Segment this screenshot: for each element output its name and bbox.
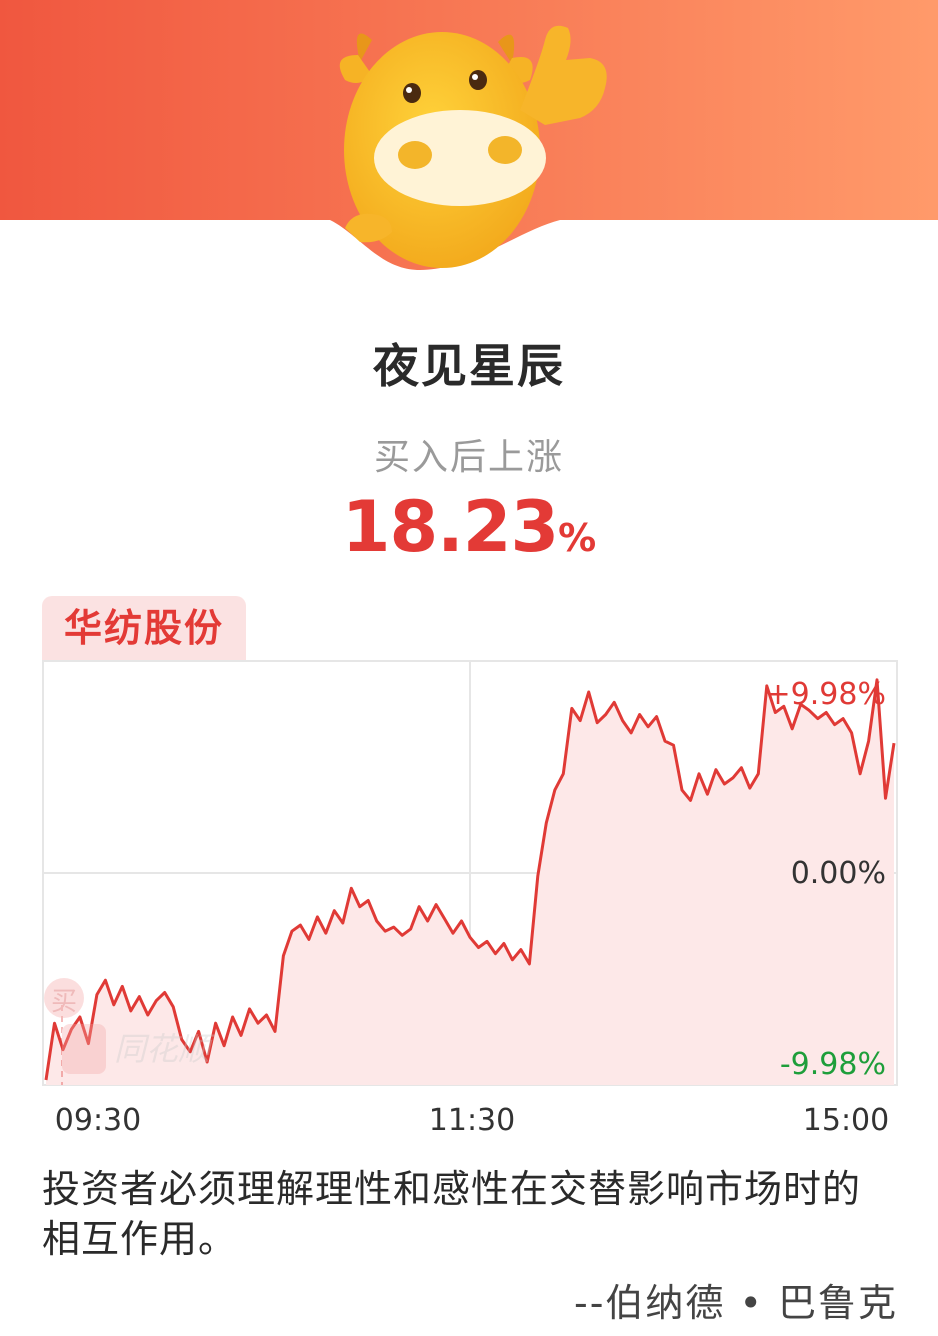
y-tick-label: -9.98% — [780, 1047, 886, 1082]
gain-value: 18.23% — [0, 486, 938, 568]
buy-marker-text: 买 — [51, 987, 77, 1017]
ths-logo-icon — [62, 1024, 106, 1074]
gain-number: 18.23 — [341, 486, 559, 568]
pattern-title: 夜见星辰 — [373, 339, 565, 393]
gain-label: 买入后上涨 — [373, 437, 564, 478]
x-tick-label: 15:00 — [803, 1103, 889, 1138]
x-tick-label: 09:30 — [55, 1103, 141, 1138]
intraday-chart: 买 同花顺 +9.98% 0.00% -9.98% 09:30 11:30 15:00 — [42, 660, 898, 1140]
quote-author: --伯纳德 • 巴鲁克 — [574, 1281, 898, 1325]
y-tick-label: +9.98% — [766, 677, 886, 712]
header-banner — [0, 0, 938, 300]
y-tick-label: 0.00% — [791, 856, 886, 891]
share-card: 夜见星辰 买入后上涨 18.23% 华纺股份 买 同花顺 +9.98% 0.00%… — [0, 0, 938, 1336]
stock-name-tag: 华纺股份 — [42, 596, 246, 660]
ths-logo-text: 同花顺 — [114, 1030, 215, 1068]
x-tick-label: 11:30 — [429, 1103, 515, 1138]
gain-unit: % — [558, 516, 597, 560]
quote-text: 投资者必须理解理性和感性在交替影响市场时的相互作用。 — [42, 1167, 862, 1261]
